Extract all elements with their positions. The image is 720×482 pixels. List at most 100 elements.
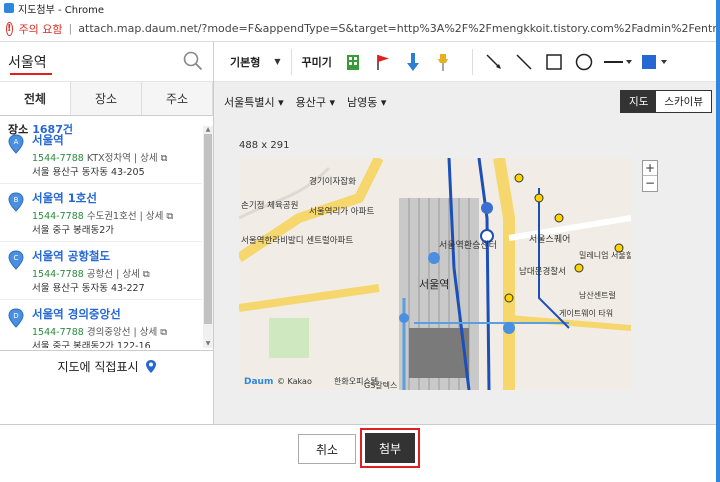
- result-address: 서울 용산구 동자동 43-205: [32, 167, 145, 178]
- tab-all[interactable]: 전체: [0, 82, 71, 115]
- region-city[interactable]: 서울특별시 ▾: [224, 94, 284, 110]
- window-edge: [716, 0, 720, 482]
- line-style-dropdown[interactable]: [603, 51, 633, 73]
- map-label-gs: GS칼텍스: [364, 380, 397, 390]
- tab-places[interactable]: 장소: [71, 82, 142, 115]
- result-address: 서울 중구 봉래동2가: [32, 225, 115, 236]
- circle-icon[interactable]: [573, 51, 595, 73]
- svg-text:B: B: [14, 196, 19, 204]
- result-info: 1544-7788 경의중앙선 | 상세 ⧉: [32, 327, 168, 338]
- region-breadcrumb: 서울특별시 ▾ 용산구 ▾ 남영동 ▾: [224, 94, 386, 110]
- result-detail-link[interactable]: 상세: [140, 153, 157, 164]
- svg-text:D: D: [13, 312, 18, 320]
- list-item[interactable]: A 서울역 1544-7788 KTX정차역 | 상세 ⧉ 서울 용산구 동자동…: [0, 126, 202, 184]
- direct-mark-button[interactable]: 지도에 직접표시: [0, 350, 214, 382]
- list-item[interactable]: C 서울역 공항철도 1544-7788 공항선 | 상세 ⧉ 서울 용산구 동…: [0, 242, 202, 300]
- map-label-gyeongi: 경기이자잡화: [309, 176, 356, 187]
- map-label-namdaemun: 남대문경찰서: [519, 266, 566, 277]
- address-separator: |: [68, 22, 73, 35]
- building-icon[interactable]: [342, 51, 364, 73]
- search-row: 서울역: [0, 42, 213, 82]
- result-name[interactable]: 서울역 경의중앙선: [32, 306, 121, 322]
- result-phone: 1544-7788: [32, 269, 84, 280]
- region-dong[interactable]: 남영동 ▾: [347, 94, 386, 110]
- result-category: 경의중앙선: [86, 327, 131, 338]
- map-label-sogiho: 손기정 체육공원: [241, 200, 298, 211]
- basic-style-label: 기본형: [230, 55, 261, 69]
- result-name[interactable]: 서울역: [32, 132, 64, 148]
- search-input[interactable]: 서울역: [8, 52, 47, 72]
- map-type-toggle: 지도 스카이뷰: [620, 90, 712, 113]
- list-item[interactable]: B 서울역 1호선 1544-7788 수도권1호선 | 상세 ⧉ 서울 중구 …: [0, 184, 202, 242]
- rectangle-icon[interactable]: [543, 51, 565, 73]
- map-view[interactable]: 경기이자잡화 서울역환승센터 서울역 서울스퀘어 남대문경찰서 서울역리가 아파…: [239, 158, 631, 390]
- region-district[interactable]: 용산구 ▾: [296, 94, 335, 110]
- address-bar[interactable]: ! 주의 요함 | attach.map.daum.net/?mode=F&ap…: [0, 16, 720, 42]
- arrow-down-icon[interactable]: [402, 51, 424, 73]
- result-phone: 1544-7788: [32, 211, 84, 222]
- map-logo: Daum: [244, 377, 273, 387]
- zoom-out-button[interactable]: −: [643, 176, 657, 191]
- location-pin-icon: [145, 360, 156, 373]
- map-graphic: 경기이자잡화 서울역환승센터 서울역 서울스퀘어 남대문경찰서 서울역리가 아파…: [239, 158, 631, 390]
- line-icon[interactable]: [513, 51, 535, 73]
- result-list: A 서울역 1544-7788 KTX정차역 | 상세 ⧉ 서울 용산구 동자동…: [0, 126, 202, 348]
- arrow-line-icon[interactable]: [483, 51, 505, 73]
- warning-icon: !: [6, 21, 13, 36]
- result-tabs: 전체 장소 주소: [0, 82, 213, 116]
- map-type-map[interactable]: 지도: [621, 91, 657, 112]
- map-pin-icon: D: [8, 308, 24, 328]
- result-scrollbar[interactable]: ▲ ▼: [203, 126, 213, 348]
- url-text[interactable]: attach.map.daum.net/?mode=F&appendType=S…: [78, 22, 720, 35]
- map-label-seoul-square: 서울스퀘어: [529, 234, 570, 245]
- result-category: 수도권1호선: [86, 211, 137, 222]
- app-icon: [4, 3, 14, 13]
- map-label-seoul-station: 서울역: [419, 278, 449, 291]
- result-name[interactable]: 서울역 공항철도: [32, 248, 110, 264]
- result-detail-link[interactable]: 상세: [122, 269, 139, 280]
- result-phone: 1544-7788: [32, 327, 84, 338]
- map-label-namsan: 남산센트럴: [579, 290, 616, 300]
- zoom-in-button[interactable]: +: [643, 161, 657, 176]
- map-label-gateway: 게이트웨이 타워: [559, 308, 613, 318]
- basic-style-dropdown[interactable]: 기본형 ▼: [230, 54, 281, 70]
- map-toolbar: 기본형 ▼ 꾸미기: [214, 42, 720, 82]
- flag-icon[interactable]: [372, 51, 394, 73]
- scroll-up-icon[interactable]: ▲: [203, 126, 213, 134]
- result-address: 서울 중구 봉래동2가 122-16: [32, 341, 151, 348]
- result-phone: 1544-7788: [32, 153, 84, 164]
- map-type-skyview[interactable]: 스카이뷰: [656, 91, 711, 112]
- map-pin-icon: C: [8, 250, 24, 270]
- attach-highlight: 첨부: [360, 428, 420, 468]
- tab-address[interactable]: 주소: [142, 82, 213, 115]
- direct-mark-label: 지도에 직접표시: [57, 360, 139, 374]
- map-label-millennium: 밀레니엄 서울힐튼: [579, 250, 631, 260]
- map-subbar: 서울특별시 ▾ 용산구 ▾ 남영동 ▾ 지도 스카이뷰: [214, 82, 720, 120]
- chevron-down-icon: ▼: [274, 57, 281, 66]
- result-detail-link[interactable]: 상세: [146, 211, 163, 222]
- scroll-down-icon[interactable]: ▼: [203, 340, 213, 348]
- result-name[interactable]: 서울역 1호선: [32, 190, 97, 206]
- color-dropdown[interactable]: [641, 51, 671, 73]
- map-size-label: 488 x 291: [239, 140, 290, 151]
- result-address: 서울 용산구 동자동 43-227: [32, 283, 145, 294]
- svg-text:C: C: [14, 254, 19, 262]
- result-info: 1544-7788 수도권1호선 | 상세 ⧉: [32, 211, 174, 222]
- zoom-control: + −: [642, 160, 658, 192]
- svg-text:A: A: [14, 138, 19, 146]
- toolbar-divider: [471, 48, 473, 75]
- search-icon[interactable]: [183, 51, 203, 71]
- map-copyright: © Kakao: [277, 377, 312, 386]
- result-detail-link[interactable]: 상세: [140, 327, 157, 338]
- cancel-button[interactable]: 취소: [298, 434, 356, 464]
- window-title: 지도첨부 - Chrome: [18, 4, 104, 16]
- map-canvas-area: 488 x 291 경기이자잡화 서울역환승센터 서울역 서울스퀘어 남대문경찰…: [214, 120, 720, 424]
- list-item[interactable]: D 서울역 경의중앙선 1544-7788 경의중앙선 | 상세 ⧉ 서울 중구…: [0, 300, 202, 348]
- map-pin-icon: B: [8, 192, 24, 212]
- attach-button[interactable]: 첨부: [365, 433, 415, 463]
- scrollbar-thumb[interactable]: [204, 134, 212, 324]
- result-info: 1544-7788 KTX정차역 | 상세 ⧉: [32, 153, 168, 164]
- pin-icon[interactable]: [432, 51, 454, 73]
- result-info: 1544-7788 공항선 | 상세 ⧉: [32, 269, 150, 280]
- decorate-label: 꾸미기: [301, 55, 332, 69]
